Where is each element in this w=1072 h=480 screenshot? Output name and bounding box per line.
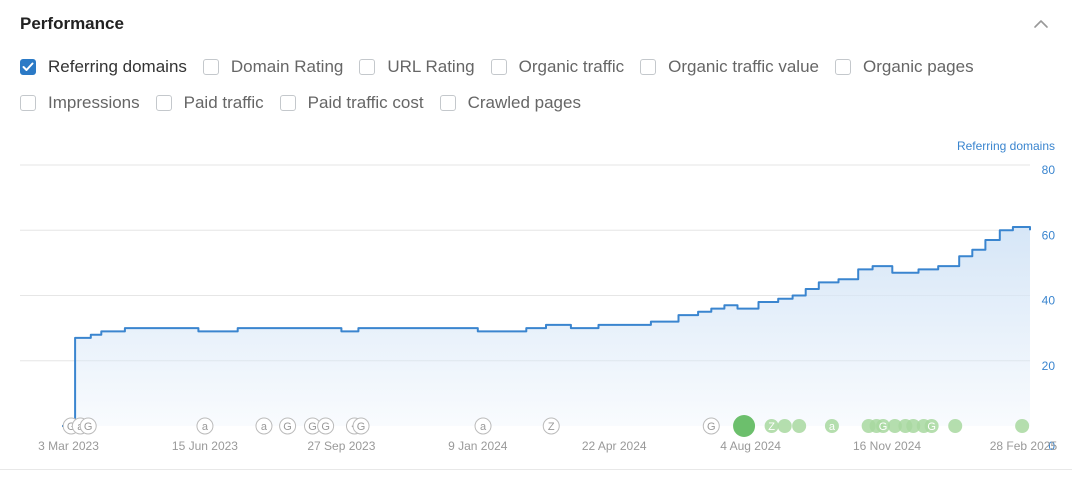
event-marker-glyph: a: [480, 421, 487, 433]
metric-crawled-pages[interactable]: Crawled pages: [439, 90, 581, 116]
event-marker-glyph: G: [321, 421, 330, 433]
y-tick-label: 20: [1042, 359, 1056, 373]
metric-organic-traffic-value[interactable]: Organic traffic value: [640, 54, 819, 80]
metric-label: Organic traffic value: [668, 57, 819, 76]
metric-referring-domains[interactable]: Referring domains: [20, 54, 187, 80]
metric-paid-traffic[interactable]: Paid traffic: [155, 90, 264, 116]
checkbox-paid-traffic-cost[interactable]: [279, 95, 296, 111]
metric-label: Paid traffic cost: [307, 93, 424, 112]
metric-label: Organic pages: [863, 57, 974, 76]
x-tick-label: 22 Apr 2024: [582, 439, 647, 453]
divider: [0, 469, 1072, 470]
chevron-up-icon: [1034, 20, 1048, 28]
metric-paid-traffic-cost[interactable]: Paid traffic cost: [279, 90, 424, 116]
event-marker-glyph: G: [357, 421, 366, 433]
checkbox-domain-rating[interactable]: [202, 59, 219, 75]
metric-label: URL Rating: [387, 57, 475, 76]
checkbox-organic-traffic-value[interactable]: [640, 59, 657, 75]
checkmark-icon: [22, 62, 34, 71]
checkbox-crawled-pages[interactable]: [439, 95, 456, 111]
performance-chart[interactable]: 020406080Referring domainsGaGaaGGG<GaZGZ…: [0, 130, 1072, 480]
metric-label: Organic traffic: [518, 57, 625, 76]
panel-title: Performance: [20, 14, 124, 33]
metric-url-rating[interactable]: URL Rating: [359, 54, 475, 80]
event-marker: [792, 419, 807, 433]
event-marker-glyph: a: [202, 421, 209, 433]
event-marker-glyph: G: [927, 421, 936, 433]
x-tick-label: 15 Jun 2023: [172, 439, 238, 453]
series-area-referring-domains: [75, 227, 1031, 426]
event-marker: [948, 419, 963, 433]
y-tick-label: 80: [1042, 163, 1056, 177]
x-tick-label: 4 Aug 2024: [720, 439, 781, 453]
metric-organic-traffic[interactable]: Organic traffic: [490, 54, 625, 80]
metric-label: Referring domains: [48, 57, 187, 76]
event-marker-glyph: G: [707, 421, 716, 433]
metric-label: Impressions: [48, 93, 140, 112]
metric-selector: Referring domains Domain Rating URL Rati…: [20, 54, 1060, 116]
y-tick-label: 40: [1042, 294, 1056, 308]
y-axis-title: Referring domains: [957, 139, 1055, 153]
event-marker-glyph: a: [829, 421, 836, 433]
checkbox-url-rating[interactable]: [359, 59, 376, 75]
x-tick-label: 27 Sep 2023: [307, 439, 375, 453]
x-tick-label: 16 Nov 2024: [853, 439, 921, 453]
metric-label: Paid traffic: [183, 93, 264, 112]
collapse-button[interactable]: [1030, 12, 1052, 36]
x-tick-label: 9 Jan 2024: [448, 439, 508, 453]
x-tick-label: 28 Feb 2025: [990, 439, 1058, 453]
checkbox-organic-traffic[interactable]: [490, 59, 507, 75]
metric-label: Domain Rating: [230, 57, 344, 76]
event-marker: [733, 415, 756, 437]
chart-svg: 020406080Referring domainsGaGaaGGG<GaZGZ…: [20, 139, 1058, 453]
event-marker-glyph: a: [261, 421, 268, 433]
event-marker-glyph: G: [283, 421, 292, 433]
metric-domain-rating[interactable]: Domain Rating: [202, 54, 344, 80]
checkbox-impressions[interactable]: [20, 95, 36, 111]
metric-label: Crawled pages: [467, 93, 581, 112]
checkbox-referring-domains[interactable]: [20, 59, 36, 75]
y-tick-label: 60: [1042, 228, 1056, 242]
event-marker-glyph: G: [84, 421, 93, 433]
event-marker-glyph: Z: [548, 421, 555, 433]
event-marker-glyph: G: [879, 421, 888, 433]
checkbox-paid-traffic[interactable]: [155, 95, 172, 111]
panel-header: Performance: [20, 12, 1060, 38]
checkbox-organic-pages[interactable]: [835, 59, 851, 75]
event-marker: [1015, 419, 1030, 433]
x-tick-label: 3 Mar 2023: [38, 439, 99, 453]
event-marker-glyph: Z: [768, 421, 775, 433]
event-marker-glyph: G: [308, 421, 317, 433]
metric-impressions[interactable]: Impressions: [20, 90, 140, 116]
metric-organic-pages[interactable]: Organic pages: [835, 54, 974, 80]
event-marker: [777, 419, 792, 433]
